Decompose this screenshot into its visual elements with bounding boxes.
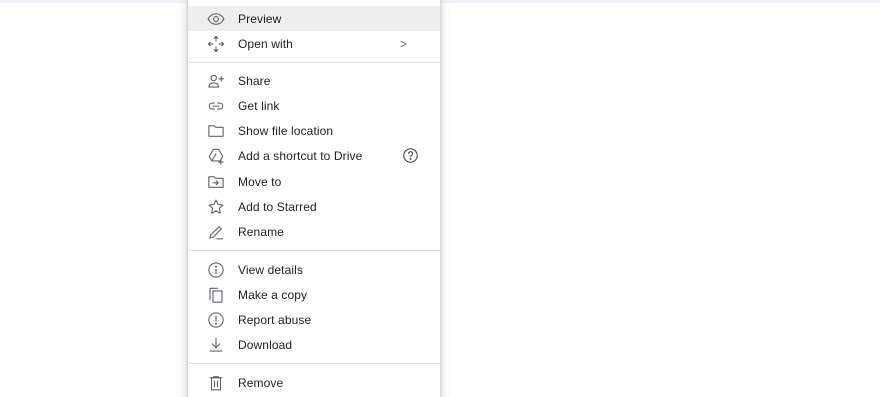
menu-item-rename[interactable]: Rename	[188, 219, 440, 244]
menu-item-label: Show file location	[238, 123, 334, 138]
menu-item-get-link[interactable]: Get link	[188, 93, 440, 118]
trash-icon	[206, 373, 226, 393]
drive-shortcut-icon	[206, 146, 226, 166]
menu-divider	[188, 250, 440, 251]
context-menu: Preview Open with > Share Get link Show …	[188, 0, 440, 397]
menu-item-label: Download	[238, 337, 293, 352]
download-icon	[206, 335, 226, 355]
help-circle-icon[interactable]	[400, 146, 420, 166]
menu-item-label: Get link	[238, 98, 280, 113]
info-icon	[206, 260, 226, 280]
chevron-right-icon: >	[400, 36, 408, 51]
link-icon	[206, 96, 226, 116]
menu-item-label: Move to	[238, 174, 282, 189]
eye-icon	[206, 9, 226, 29]
folder-icon	[206, 121, 226, 141]
menu-divider	[188, 363, 440, 364]
copy-icon	[206, 285, 226, 305]
open-with-icon	[206, 34, 226, 54]
menu-item-label: Make a copy	[238, 287, 308, 302]
menu-item-preview[interactable]: Preview	[188, 6, 440, 31]
menu-item-add-to-starred[interactable]: Add to Starred	[188, 194, 440, 219]
add-person-icon	[206, 71, 226, 91]
pencil-icon	[206, 222, 226, 242]
menu-item-open-with[interactable]: Open with >	[188, 31, 440, 56]
move-to-folder-icon	[206, 172, 226, 192]
menu-item-label: Open with	[238, 36, 293, 51]
menu-item-download[interactable]: Download	[188, 332, 440, 357]
menu-item-label: Share	[238, 73, 271, 88]
menu-item-label: Preview	[238, 11, 282, 26]
menu-item-view-details[interactable]: View details	[188, 257, 440, 282]
menu-item-show-file-location[interactable]: Show file location	[188, 118, 440, 143]
menu-divider	[188, 62, 440, 63]
menu-item-make-a-copy[interactable]: Make a copy	[188, 282, 440, 307]
menu-item-add-shortcut[interactable]: Add a shortcut to Drive	[188, 143, 440, 168]
menu-item-label: Add a shortcut to Drive	[238, 148, 363, 163]
star-icon	[206, 197, 226, 217]
page-top-bar	[0, 0, 880, 3]
menu-item-move-to[interactable]: Move to	[188, 169, 440, 194]
menu-item-label: Rename	[238, 224, 284, 239]
menu-item-share[interactable]: Share	[188, 68, 440, 93]
menu-item-remove[interactable]: Remove	[188, 370, 440, 395]
menu-item-report-abuse[interactable]: Report abuse	[188, 307, 440, 332]
menu-item-label: View details	[238, 262, 304, 277]
menu-item-label: Remove	[238, 375, 284, 390]
report-icon	[206, 310, 226, 330]
menu-item-label: Add to Starred	[238, 199, 317, 214]
menu-item-label: Report abuse	[238, 312, 312, 327]
